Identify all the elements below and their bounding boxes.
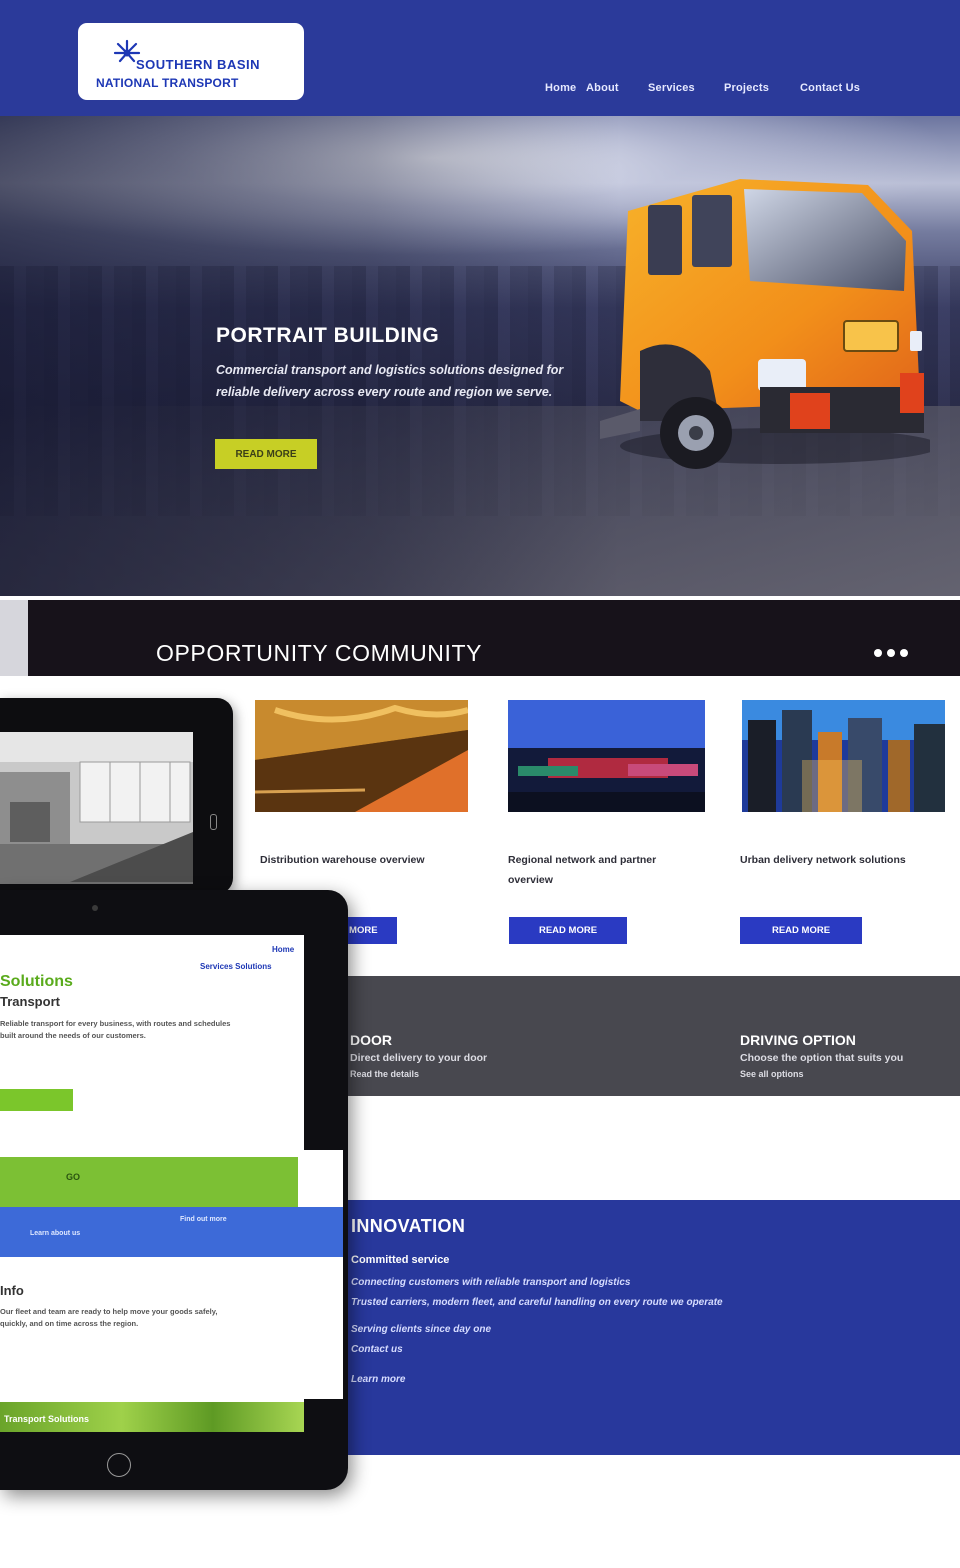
card-2-read-more-button[interactable]: READ MORE bbox=[509, 917, 627, 944]
hero-overlay bbox=[0, 116, 620, 596]
nav-projects[interactable]: Projects bbox=[724, 82, 769, 94]
card-image-skyline[interactable] bbox=[742, 700, 945, 812]
band-edge bbox=[0, 600, 28, 676]
tablet-blue-link-right[interactable]: Find out more bbox=[180, 1216, 227, 1223]
tablet-nav-services[interactable]: Services Solutions bbox=[200, 962, 272, 971]
info-right-text: Choose the option that suits you bbox=[740, 1052, 904, 1064]
tablet-home-button[interactable] bbox=[107, 1453, 131, 1477]
tablet-paragraph-1: Reliable transport for every business, w… bbox=[0, 1019, 231, 1040]
card-3-read-more-button[interactable]: READ MORE bbox=[740, 917, 862, 944]
card-3-text: Urban delivery network solutions bbox=[740, 854, 906, 866]
info-left-text: Direct delivery to your door bbox=[350, 1052, 488, 1064]
hero-read-more-button[interactable]: READ MORE bbox=[215, 439, 317, 469]
tablet-camera bbox=[92, 905, 98, 911]
tablet-back-screen bbox=[0, 732, 193, 884]
hero-description: Commercial transport and logistics solut… bbox=[216, 363, 564, 399]
tablet-back-device bbox=[0, 698, 233, 894]
hero-banner: PORTRAIT BUILDING Commercial transport a… bbox=[0, 116, 960, 596]
nav-contact[interactable]: Contact Us bbox=[800, 82, 860, 94]
card-2-text: Regional network and partner overview bbox=[508, 854, 657, 886]
card-1-text: Distribution warehouse overview bbox=[260, 854, 425, 866]
logo-text-secondary: NATIONAL TRANSPORT bbox=[96, 76, 239, 90]
tablet-gap-2 bbox=[298, 1257, 343, 1399]
tablet-green-band bbox=[0, 1157, 298, 1207]
footer-subtitle: Committed service bbox=[351, 1254, 450, 1266]
info-right-heading: DRIVING OPTION bbox=[740, 1032, 856, 1048]
nav-about[interactable]: About bbox=[586, 82, 619, 94]
footer-line-2: Trusted carriers, modern fleet, and care… bbox=[351, 1297, 723, 1308]
footer-contact-link[interactable]: Contact us bbox=[351, 1344, 403, 1355]
footer-learn-link[interactable]: Learn more bbox=[351, 1374, 405, 1385]
truck-image bbox=[600, 179, 930, 469]
more-dots-icon[interactable] bbox=[874, 649, 908, 657]
tablet-strip-label: Transport Solutions bbox=[4, 1414, 90, 1424]
tablet-title: Solutions bbox=[0, 973, 73, 990]
footer-line-1: Connecting customers with reliable trans… bbox=[351, 1277, 631, 1288]
tablet-gap bbox=[298, 1150, 343, 1207]
tablet-side-button bbox=[210, 814, 217, 830]
section-title: OPPORTUNITY COMMUNITY bbox=[156, 640, 483, 666]
footer-title: INNOVATION bbox=[351, 1216, 466, 1236]
hero-title: PORTRAIT BUILDING bbox=[216, 324, 440, 347]
card-image-city-night[interactable] bbox=[508, 700, 705, 812]
tablet-heading-2: Info bbox=[0, 1283, 24, 1298]
tablet-subtitle: Transport bbox=[0, 994, 60, 1009]
tablet-green-label: GO bbox=[66, 1172, 81, 1182]
tablet-nav-home[interactable]: Home bbox=[272, 945, 294, 954]
nav-home[interactable]: Home bbox=[545, 82, 576, 94]
tablet-cta-button[interactable] bbox=[0, 1089, 73, 1111]
info-right-link[interactable]: See all options bbox=[740, 1069, 804, 1079]
tablet-blue-link-left[interactable]: Learn about us bbox=[30, 1230, 80, 1237]
card-image-warehouse[interactable] bbox=[255, 700, 468, 812]
nav-services[interactable]: Services bbox=[648, 82, 695, 94]
logo-text-primary: SOUTHERN BASIN bbox=[136, 57, 261, 72]
info-left-heading: DOOR bbox=[350, 1032, 392, 1048]
footer-line-3: Serving clients since day one bbox=[351, 1324, 492, 1335]
workshop-image bbox=[0, 732, 193, 884]
site-logo[interactable]: SOUTHERN BASIN NATIONAL TRANSPORT bbox=[78, 23, 304, 100]
info-left-link[interactable]: Read the details bbox=[350, 1069, 419, 1079]
tablet-paragraph-2: Our fleet and team are ready to help mov… bbox=[0, 1307, 218, 1328]
